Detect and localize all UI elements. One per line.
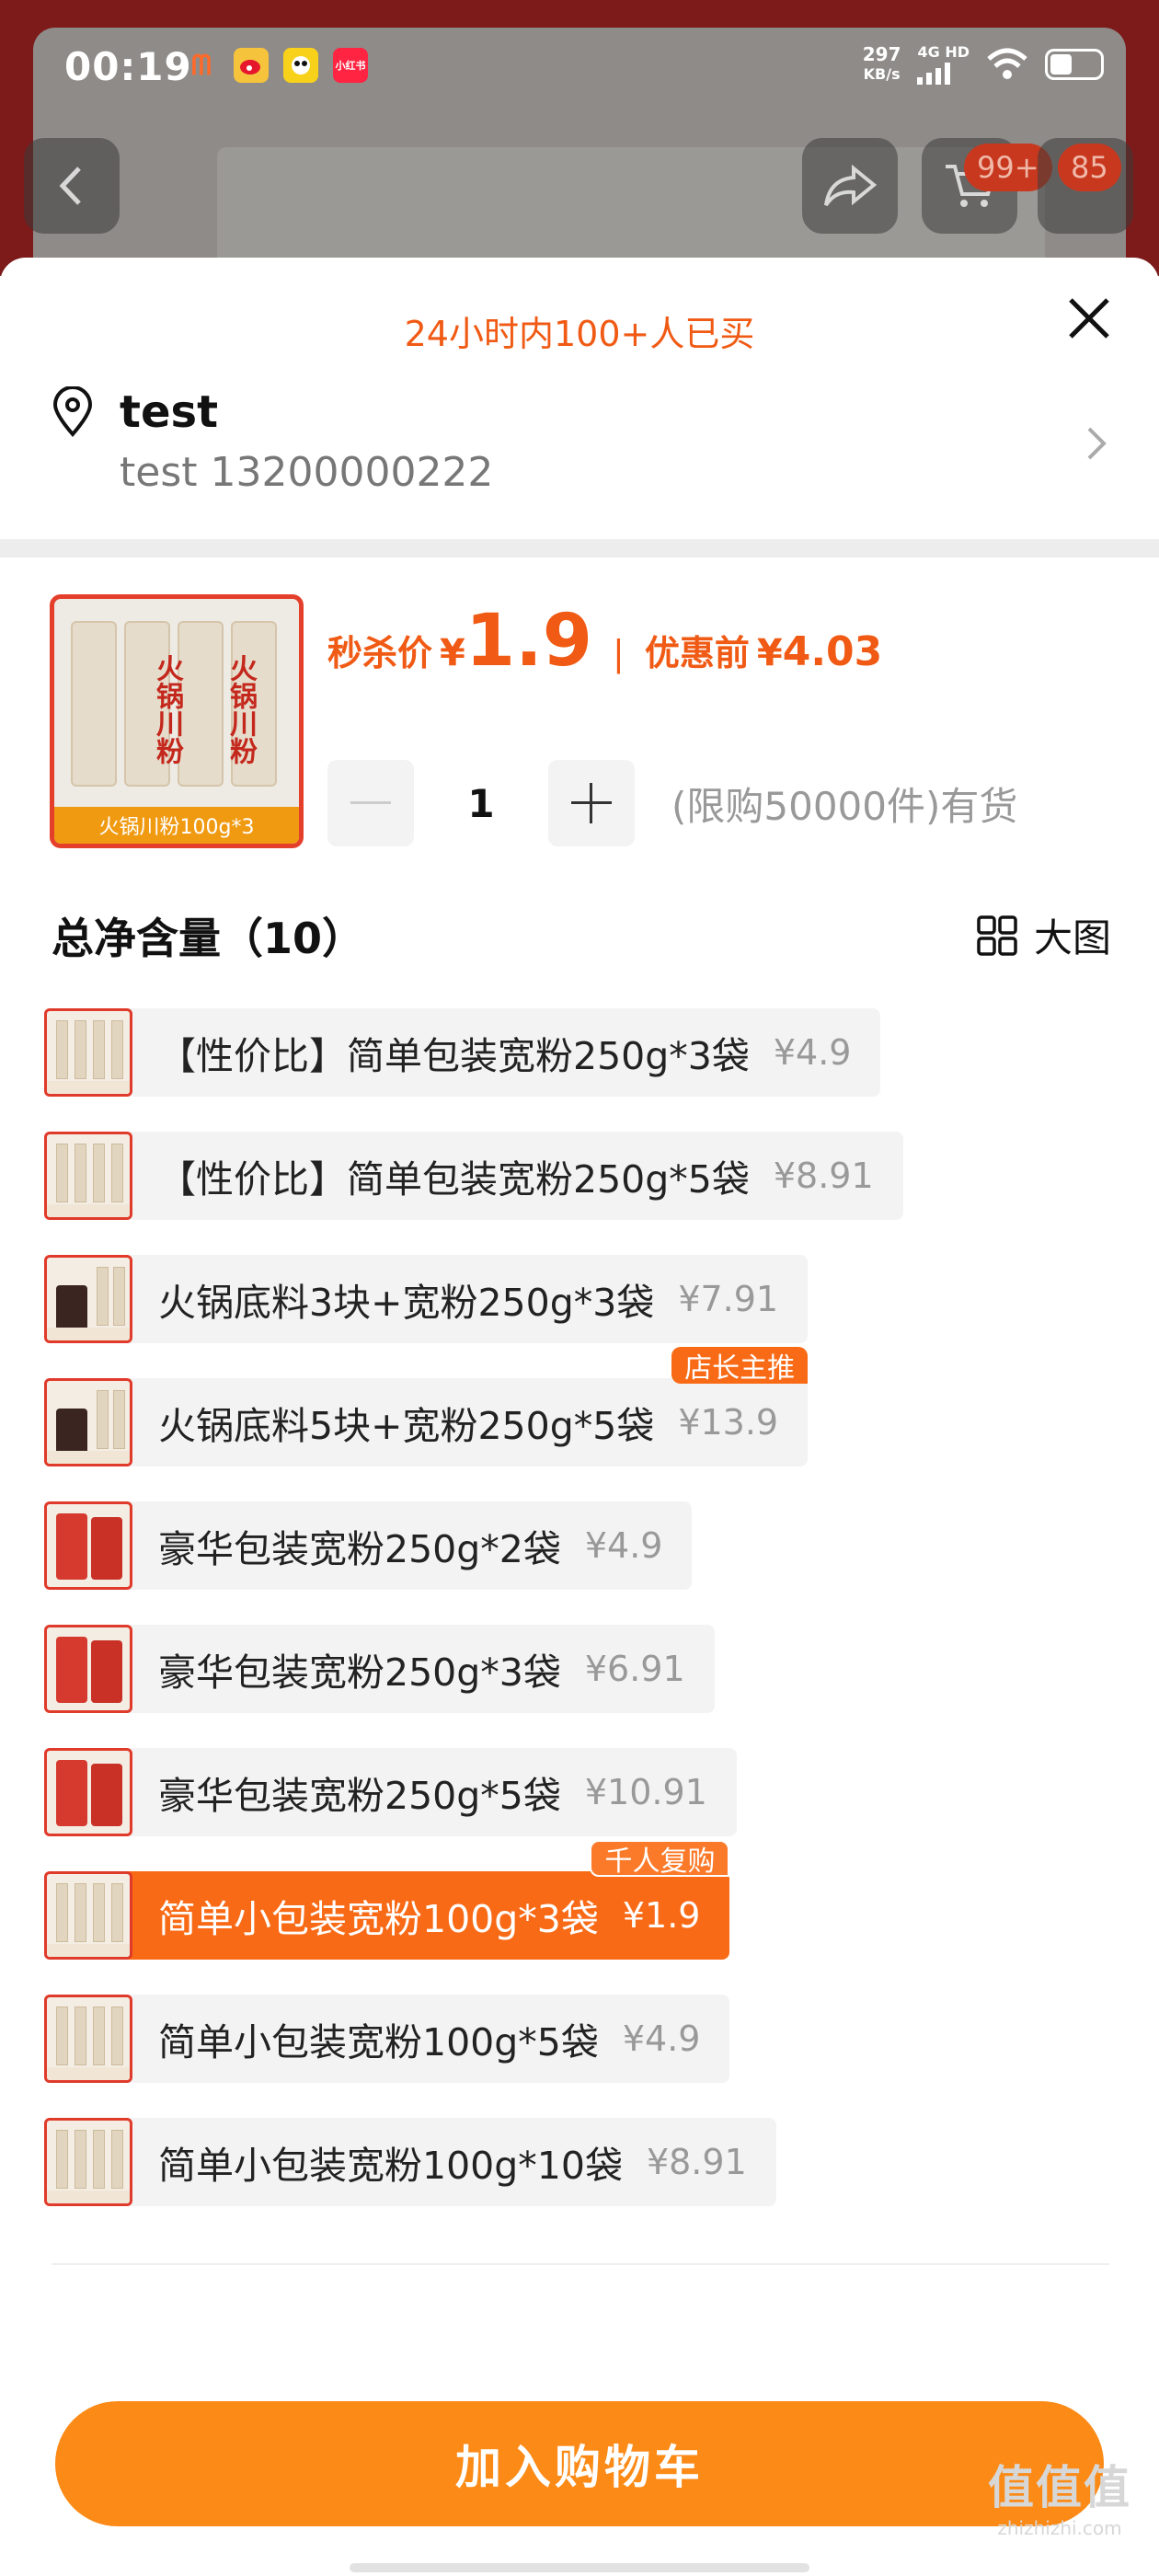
option-item[interactable]: 豪华包装宽粉250g*3袋 ¥6.91 <box>44 1625 715 1713</box>
option-thumbnail <box>44 1625 132 1713</box>
panda-app-icon <box>283 48 318 83</box>
option-thumbnail <box>44 1748 132 1836</box>
share-button[interactable] <box>802 138 898 234</box>
increase-button[interactable] <box>548 760 635 846</box>
back-button[interactable] <box>24 138 120 234</box>
address-selector[interactable]: test test 13200000222 <box>52 386 1109 515</box>
option-name: 【性价比】简单包装宽粉250g*5袋 <box>158 1157 750 1202</box>
option-price: ¥1.9 <box>622 1895 701 1936</box>
sku-selector-sheet: 24小时内100+人已买 test test 13200000222 火锅川粉 … <box>0 258 1159 2576</box>
option-item[interactable]: 【性价比】简单包装宽粉250g*5袋 ¥8.91 <box>44 1132 903 1220</box>
flash-price-label: 秒杀价 <box>327 633 433 673</box>
wifi-icon <box>987 48 1027 79</box>
price-line: 秒杀价 ¥ 1.9 | 优惠前 ¥ 4.03 <box>327 605 882 677</box>
price-separator: | <box>613 633 625 673</box>
original-price: 4.03 <box>782 628 883 675</box>
minus-icon <box>350 801 391 804</box>
option-price: ¥4.9 <box>584 1525 663 1566</box>
option-name: 豪华包装宽粉250g*3袋 <box>158 1650 561 1695</box>
xiaohongshu-icon: 小红书 <box>333 48 368 83</box>
location-pin-icon <box>52 386 93 438</box>
option-price: ¥4.9 <box>622 2018 701 2059</box>
list-divider <box>52 2263 1109 2265</box>
share-icon <box>824 164 878 207</box>
quantity-value[interactable]: 1 <box>414 781 548 826</box>
chevron-right-icon <box>1087 427 1107 460</box>
grid-icon <box>977 914 1017 956</box>
option-item[interactable]: 火锅底料5块+宽粉250g*5袋 ¥13.9 店长主推 <box>44 1347 809 1466</box>
option-item[interactable]: 豪华包装宽粉250g*2袋 ¥4.9 <box>44 1501 693 1590</box>
plus-icon <box>571 783 612 823</box>
option-price: ¥10.91 <box>584 1772 707 1812</box>
option-list: 【性价比】简单包装宽粉250g*3袋 ¥4.9 【性价比】简单包装宽粉250g*5袋… <box>44 1008 1120 2241</box>
option-item[interactable]: 简单小包装宽粉100g*10袋 ¥8.91 <box>44 2118 776 2206</box>
chevron-left-icon <box>59 167 81 205</box>
quantity-stepper: 1 (限购50000件)有货 <box>327 760 1017 846</box>
currency-symbol: ¥ <box>756 632 783 674</box>
address-contact: test 13200000222 <box>120 449 494 496</box>
option-thumbnail <box>44 1378 132 1466</box>
weibo-icon <box>234 48 269 83</box>
option-thumbnail <box>44 1008 132 1097</box>
address-name: test <box>120 386 219 438</box>
big-view-label: 大图 <box>1033 915 1111 960</box>
big-view-toggle[interactable]: 大图 <box>977 907 1111 963</box>
option-thumbnail <box>44 1995 132 2083</box>
status-bar: 00:19 ᗰ 小红书 297 KB/s 4G HD <box>0 0 1159 138</box>
status-time: 00:19 <box>64 44 192 89</box>
package-label: 火锅川粉 <box>151 654 183 765</box>
option-thumbnail <box>44 1871 132 1960</box>
stock-limit-text: (限购50000件)有货 <box>671 783 1018 829</box>
original-price-label: 优惠前 <box>644 633 750 673</box>
option-price: ¥7.91 <box>678 1279 779 1319</box>
purchase-count-notice: 24小时内100+人已买 <box>404 314 755 354</box>
option-item[interactable]: 火锅底料3块+宽粉250g*3袋 ¥7.91 <box>44 1255 809 1343</box>
watermark: 值值值 zhizhizhi.com <box>988 2461 1131 2539</box>
option-price: ¥6.91 <box>584 1649 685 1689</box>
decrease-button[interactable] <box>327 760 414 846</box>
option-price: ¥4.9 <box>773 1032 852 1073</box>
option-name: 【性价比】简单包装宽粉250g*3袋 <box>158 1034 750 1078</box>
spec-section-title: 总净含量（10） <box>52 914 365 963</box>
option-price: ¥8.91 <box>646 2142 747 2182</box>
option-price: ¥8.91 <box>773 1156 874 1196</box>
product-thumbnail[interactable]: 火锅川粉 火锅川粉 火锅川粉100g*3 <box>50 594 304 848</box>
option-price: ¥13.9 <box>678 1402 779 1443</box>
thumbnail-caption: 火锅川粉100g*3 <box>54 807 299 844</box>
currency-symbol: ¥ <box>440 632 465 674</box>
package-label-2: 火锅川粉 <box>224 654 257 765</box>
option-name: 豪华包装宽粉250g*2袋 <box>158 1527 561 1571</box>
status-right: 297 KB/s 4G HD <box>863 44 1104 85</box>
option-name: 火锅底料3块+宽粉250g*3袋 <box>158 1281 655 1325</box>
option-name: 火锅底料5块+宽粉250g*5袋 <box>158 1404 655 1448</box>
option-thumbnail <box>44 2118 132 2206</box>
option-item[interactable]: 【性价比】简单包装宽粉250g*3袋 ¥4.9 <box>44 1008 881 1097</box>
flash-price: 1.9 <box>465 600 593 683</box>
option-tag: 店长主推 <box>671 1347 809 1385</box>
section-divider <box>0 539 1159 558</box>
close-icon[interactable] <box>1061 291 1117 346</box>
option-thumbnail <box>44 1132 132 1220</box>
add-to-cart-button[interactable]: 加入购物车 <box>55 2401 1104 2526</box>
option-item[interactable]: 简单小包装宽粉100g*3袋 ¥1.9 千人复购 <box>44 1840 730 1960</box>
network-speed: 297 KB/s <box>862 43 901 83</box>
option-item[interactable]: 简单小包装宽粉100g*5袋 ¥4.9 <box>44 1995 730 2083</box>
option-thumbnail <box>44 1255 132 1343</box>
cellular-signal-icon: 4G HD <box>917 44 970 85</box>
home-indicator[interactable] <box>350 2563 809 2572</box>
notification-icons: ᗰ 小红书 <box>184 48 368 83</box>
option-thumbnail <box>44 1501 132 1590</box>
option-name: 豪华包装宽粉250g*5袋 <box>158 1774 561 1818</box>
option-tag: 千人复购 <box>590 1840 730 1878</box>
option-name: 简单小包装宽粉100g*5袋 <box>158 2020 599 2064</box>
option-name: 简单小包装宽粉100g*3袋 <box>158 1897 599 1941</box>
message-badge: 85 <box>1058 144 1121 191</box>
option-item[interactable]: 豪华包装宽粉250g*5袋 ¥10.91 <box>44 1748 737 1836</box>
app-notification-icon: ᗰ <box>191 49 212 82</box>
battery-icon <box>1045 49 1104 80</box>
option-name: 简单小包装宽粉100g*10袋 <box>158 2144 623 2188</box>
